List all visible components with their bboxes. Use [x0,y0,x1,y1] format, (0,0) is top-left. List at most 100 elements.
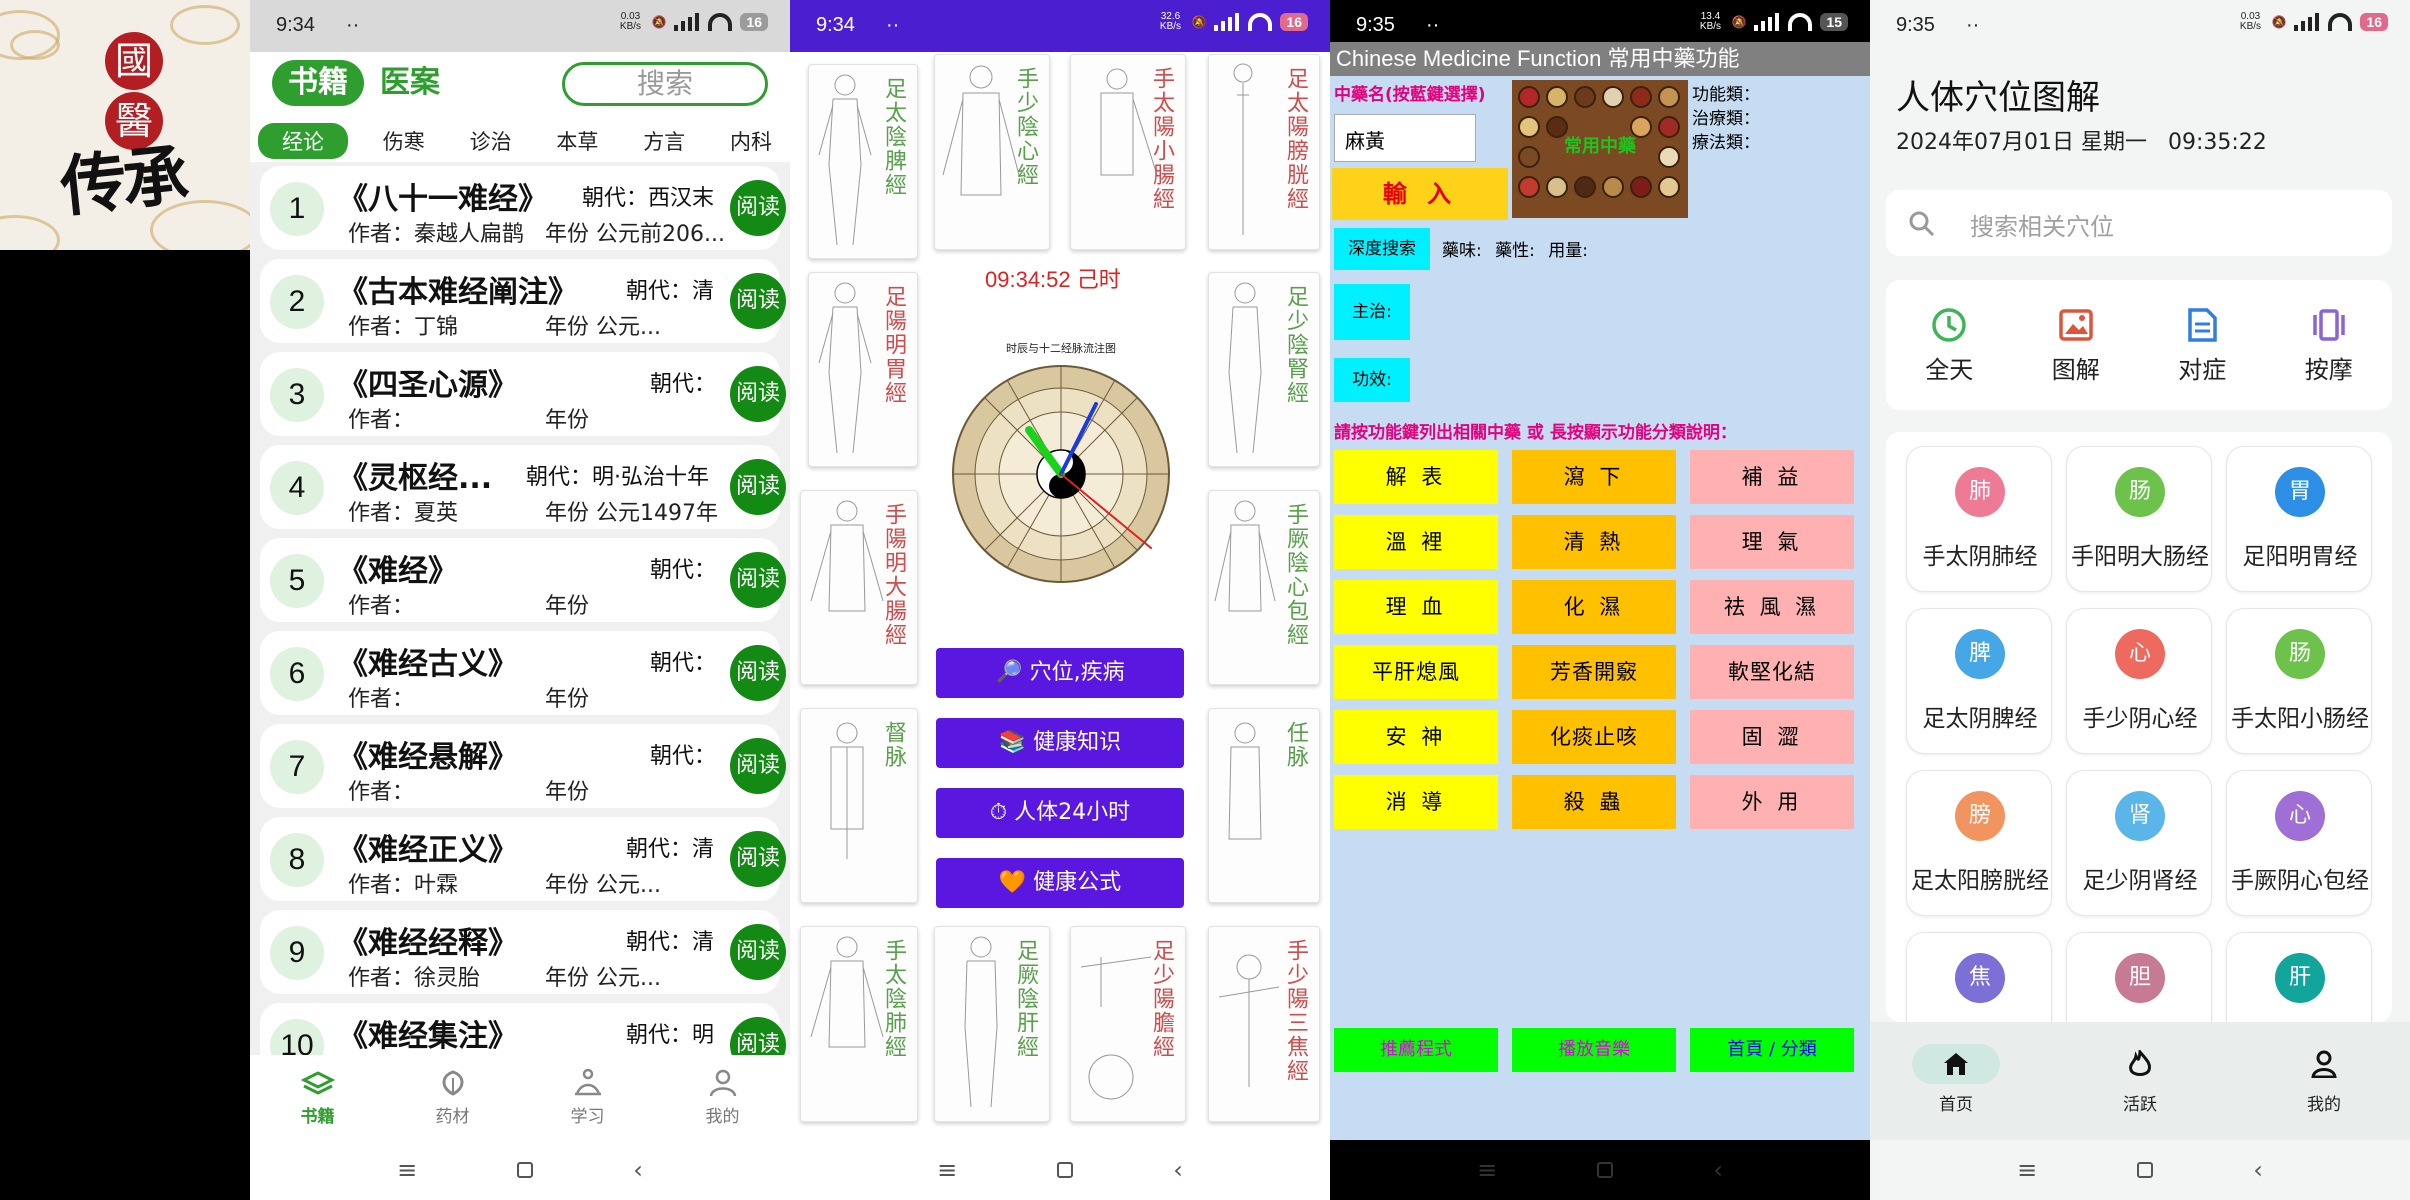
nav-me[interactable]: 我的 [683,1068,763,1127]
function-button[interactable]: 外 用 [1690,775,1854,829]
body-24-hours-button[interactable]: ⏱ 人体24小时 [936,788,1184,838]
read-button[interactable]: 阅读 [730,459,786,515]
category-tab[interactable]: 诊治 [460,124,522,158]
home-icon[interactable] [2137,1162,2154,1178]
read-button[interactable]: 阅读 [730,1017,786,1055]
meridian-card[interactable]: 胃 足阳明胃经 [2226,446,2372,592]
function-button[interactable]: 殺 蟲 [1512,775,1676,829]
function-button[interactable]: 溫 裡 [1334,515,1498,569]
back-icon[interactable]: ‹ [633,1156,643,1184]
meridian-card[interactable]: 胆 [2066,932,2212,1022]
function-button[interactable]: 安 神 [1334,710,1498,764]
quick-illustration[interactable]: 图解 [2031,306,2121,385]
read-button[interactable]: 阅读 [730,180,786,236]
meridian-grid[interactable]: 肺 手太阴肺经 肠 手阳明大肠经 胃 足阳明胃经 脾 足太阴脾经 心 手少阴心经… [1886,432,2392,1022]
read-button[interactable]: 阅读 [730,645,786,701]
function-button[interactable]: 解 表 [1334,450,1498,504]
menu-icon[interactable]: ≡ [937,1156,957,1184]
read-button[interactable]: 阅读 [730,738,786,794]
book-row[interactable]: 5 《难经》 朝代： 作者： 年份 阅读 [260,538,786,622]
function-button[interactable]: 清 熱 [1512,515,1676,569]
home-icon[interactable] [1597,1162,1614,1178]
book-row[interactable]: 4 《灵枢经... 朝代：明·弘治十年 作者：夏英 年份 公元1497年 阅读 [260,445,786,529]
read-button[interactable]: 阅读 [730,924,786,980]
read-button[interactable]: 阅读 [730,831,786,887]
meridian-card[interactable]: 膀 足太阳膀胱经 [1906,770,2052,916]
book-row[interactable]: 1 《八十一难经》 朝代：西汉末 作者：秦越人扁鹊 年份 公元前206... 阅… [260,166,786,250]
search-input[interactable]: 搜索 [562,62,768,106]
meridian-card[interactable]: 肾 足少阴肾经 [2066,770,2212,916]
meridian-card[interactable]: 手少陰心經 [934,54,1050,250]
home-category-button[interactable]: 首頁 / 分類 [1690,1028,1854,1072]
health-formula-button[interactable]: 🧡 健康公式 [936,858,1184,908]
function-button[interactable]: 化痰止咳 [1512,710,1676,764]
book-row[interactable]: 9 《难经经释》 朝代：清 作者：徐灵胎 年份 公元... 阅读 [260,910,786,994]
nav-active[interactable]: 活跃 [2090,1044,2190,1115]
category-tab[interactable]: 内科 [720,124,782,158]
meridian-card[interactable]: 足陽明胃經 [808,272,918,467]
nav-home[interactable]: 首页 [1906,1044,2006,1115]
play-music-button[interactable]: 播放音樂 [1512,1028,1676,1072]
meridian-card[interactable]: 任脉 [1208,708,1320,903]
herb-name-input[interactable]: 麻黃 [1334,114,1476,162]
read-button[interactable]: 阅读 [730,273,786,329]
function-button[interactable]: 軟堅化結 [1690,645,1854,699]
function-button[interactable]: 固 澀 [1690,710,1854,764]
meridian-card[interactable]: 肺 手太阴肺经 [1906,446,2052,592]
book-row[interactable]: 7 《难经悬解》 朝代： 作者： 年份 阅读 [260,724,786,808]
health-knowledge-button[interactable]: 📚 健康知识 [936,718,1184,768]
nav-books[interactable]: 书籍 [278,1068,358,1127]
meridian-card[interactable]: 手厥陰心包經 [1208,490,1320,685]
function-button[interactable]: 祛 風 濕 [1690,580,1854,634]
quick-symptom[interactable]: 对症 [2157,306,2247,385]
back-icon[interactable]: ‹ [2253,1156,2263,1184]
book-row[interactable]: 6 《难经古义》 朝代： 作者： 年份 阅读 [260,631,786,715]
function-button[interactable]: 理 氣 [1690,515,1854,569]
meridian-card[interactable]: 足太陽膀胱經 [1208,54,1320,250]
book-row[interactable]: 3 《四圣心源》 朝代： 作者： 年份 阅读 [260,352,786,436]
back-icon[interactable]: ‹ [1713,1156,1723,1184]
enter-button[interactable]: 輸 入 [1332,168,1508,220]
search-input[interactable]: 搜索相关穴位 [1886,190,2392,256]
menu-icon[interactable]: ≡ [2017,1156,2037,1184]
quick-all-day[interactable]: 全天 [1904,306,1994,385]
category-tab[interactable]: 方言 [633,124,695,158]
book-row[interactable]: 2 《古本难经阐注》 朝代：清 作者：丁锦 年份 公元... 阅读 [260,259,786,343]
meridian-card[interactable]: 足少陰腎經 [1208,272,1320,467]
meridian-card[interactable]: 脾 足太阴脾经 [1906,608,2052,754]
function-button[interactable]: 理 血 [1334,580,1498,634]
meridian-card[interactable]: 焦 [1906,932,2052,1022]
meridian-card[interactable]: 手太陽小腸經 [1070,54,1186,250]
category-tab[interactable]: 经论 [258,123,348,159]
meridian-card[interactable]: 肠 手太阳小肠经 [2226,608,2372,754]
tab-cases[interactable]: 医案 [380,60,440,106]
function-button[interactable]: 瀉 下 [1512,450,1676,504]
category-tab[interactable]: 伤寒 [373,124,435,158]
book-list[interactable]: 1 《八十一难经》 朝代：西汉末 作者：秦越人扁鹊 年份 公元前206... 阅… [250,162,790,1055]
home-icon[interactable] [517,1162,534,1178]
nav-herbs[interactable]: 药材 [413,1068,493,1127]
read-button[interactable]: 阅读 [730,366,786,422]
function-button[interactable]: 補 益 [1690,450,1854,504]
read-button[interactable]: 阅读 [730,552,786,608]
function-button[interactable]: 消 導 [1334,775,1498,829]
recommend-app-button[interactable]: 推薦程式 [1334,1028,1498,1072]
nav-learn[interactable]: 学习 [548,1068,628,1127]
function-button[interactable]: 化 濕 [1512,580,1676,634]
home-icon[interactable] [1057,1162,1074,1178]
function-button[interactable]: 平肝熄風 [1334,645,1498,699]
meridian-card[interactable]: 足太陰脾經 [808,64,918,259]
quick-massage[interactable]: 按摩 [2284,306,2374,385]
meridian-card[interactable]: 手少陽三焦經 [1208,926,1320,1122]
book-row[interactable]: 8 《难经正义》 朝代：清 作者：叶霖 年份 公元... 阅读 [260,817,786,901]
meridian-card[interactable]: 足厥陰肝經 [934,926,1050,1122]
deep-search-button[interactable]: 深度搜索 [1334,228,1430,270]
meridian-card[interactable]: 心 手少阴心经 [2066,608,2212,754]
back-icon[interactable]: ‹ [1173,1156,1183,1184]
acupoint-disease-button[interactable]: 🔎 穴位,疾病 [936,648,1184,698]
function-button[interactable]: 芳香開竅 [1512,645,1676,699]
nav-me[interactable]: 我的 [2274,1044,2374,1115]
menu-icon[interactable]: ≡ [397,1156,417,1184]
meridian-card[interactable]: 手陽明大腸經 [800,490,918,685]
meridian-card[interactable]: 手太陰肺經 [800,926,918,1122]
